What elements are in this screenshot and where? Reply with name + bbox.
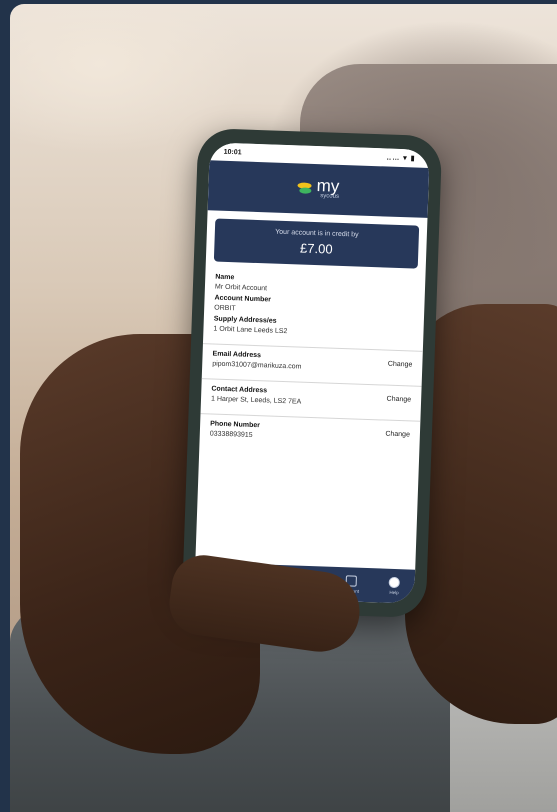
- app-header: my sycous: [207, 160, 430, 218]
- account-details: Name Mr Orbit Account Account Number ORB…: [202, 267, 426, 352]
- logo-subtext: sycous: [320, 193, 340, 200]
- email-change-link[interactable]: Change: [388, 361, 413, 369]
- credit-banner: Your account is in credit by £7.00: [213, 218, 420, 269]
- nav-help[interactable]: Help: [388, 576, 401, 596]
- contact-change-link[interactable]: Change: [386, 396, 411, 404]
- smartphone: 10:01 ‥… ▾ ▮ my sycous Your account is i…: [181, 127, 443, 619]
- nav-help-label: Help: [389, 589, 399, 596]
- status-icons: ‥… ▾ ▮: [386, 154, 416, 163]
- logo-swirl-icon: [297, 182, 313, 195]
- phone-screen: 10:01 ‥… ▾ ▮ my sycous Your account is i…: [194, 142, 430, 604]
- help-icon: [388, 576, 401, 589]
- logo-text: my: [316, 176, 340, 196]
- credit-amount: £7.00: [299, 240, 333, 257]
- phone-section: Phone Number 03338893915 Change: [199, 414, 420, 456]
- logo: my sycous: [297, 176, 340, 200]
- status-time: 10:01: [223, 148, 242, 156]
- photo-background: 10:01 ‥… ▾ ▮ my sycous Your account is i…: [10, 4, 557, 812]
- phone-change-link[interactable]: Change: [385, 431, 410, 439]
